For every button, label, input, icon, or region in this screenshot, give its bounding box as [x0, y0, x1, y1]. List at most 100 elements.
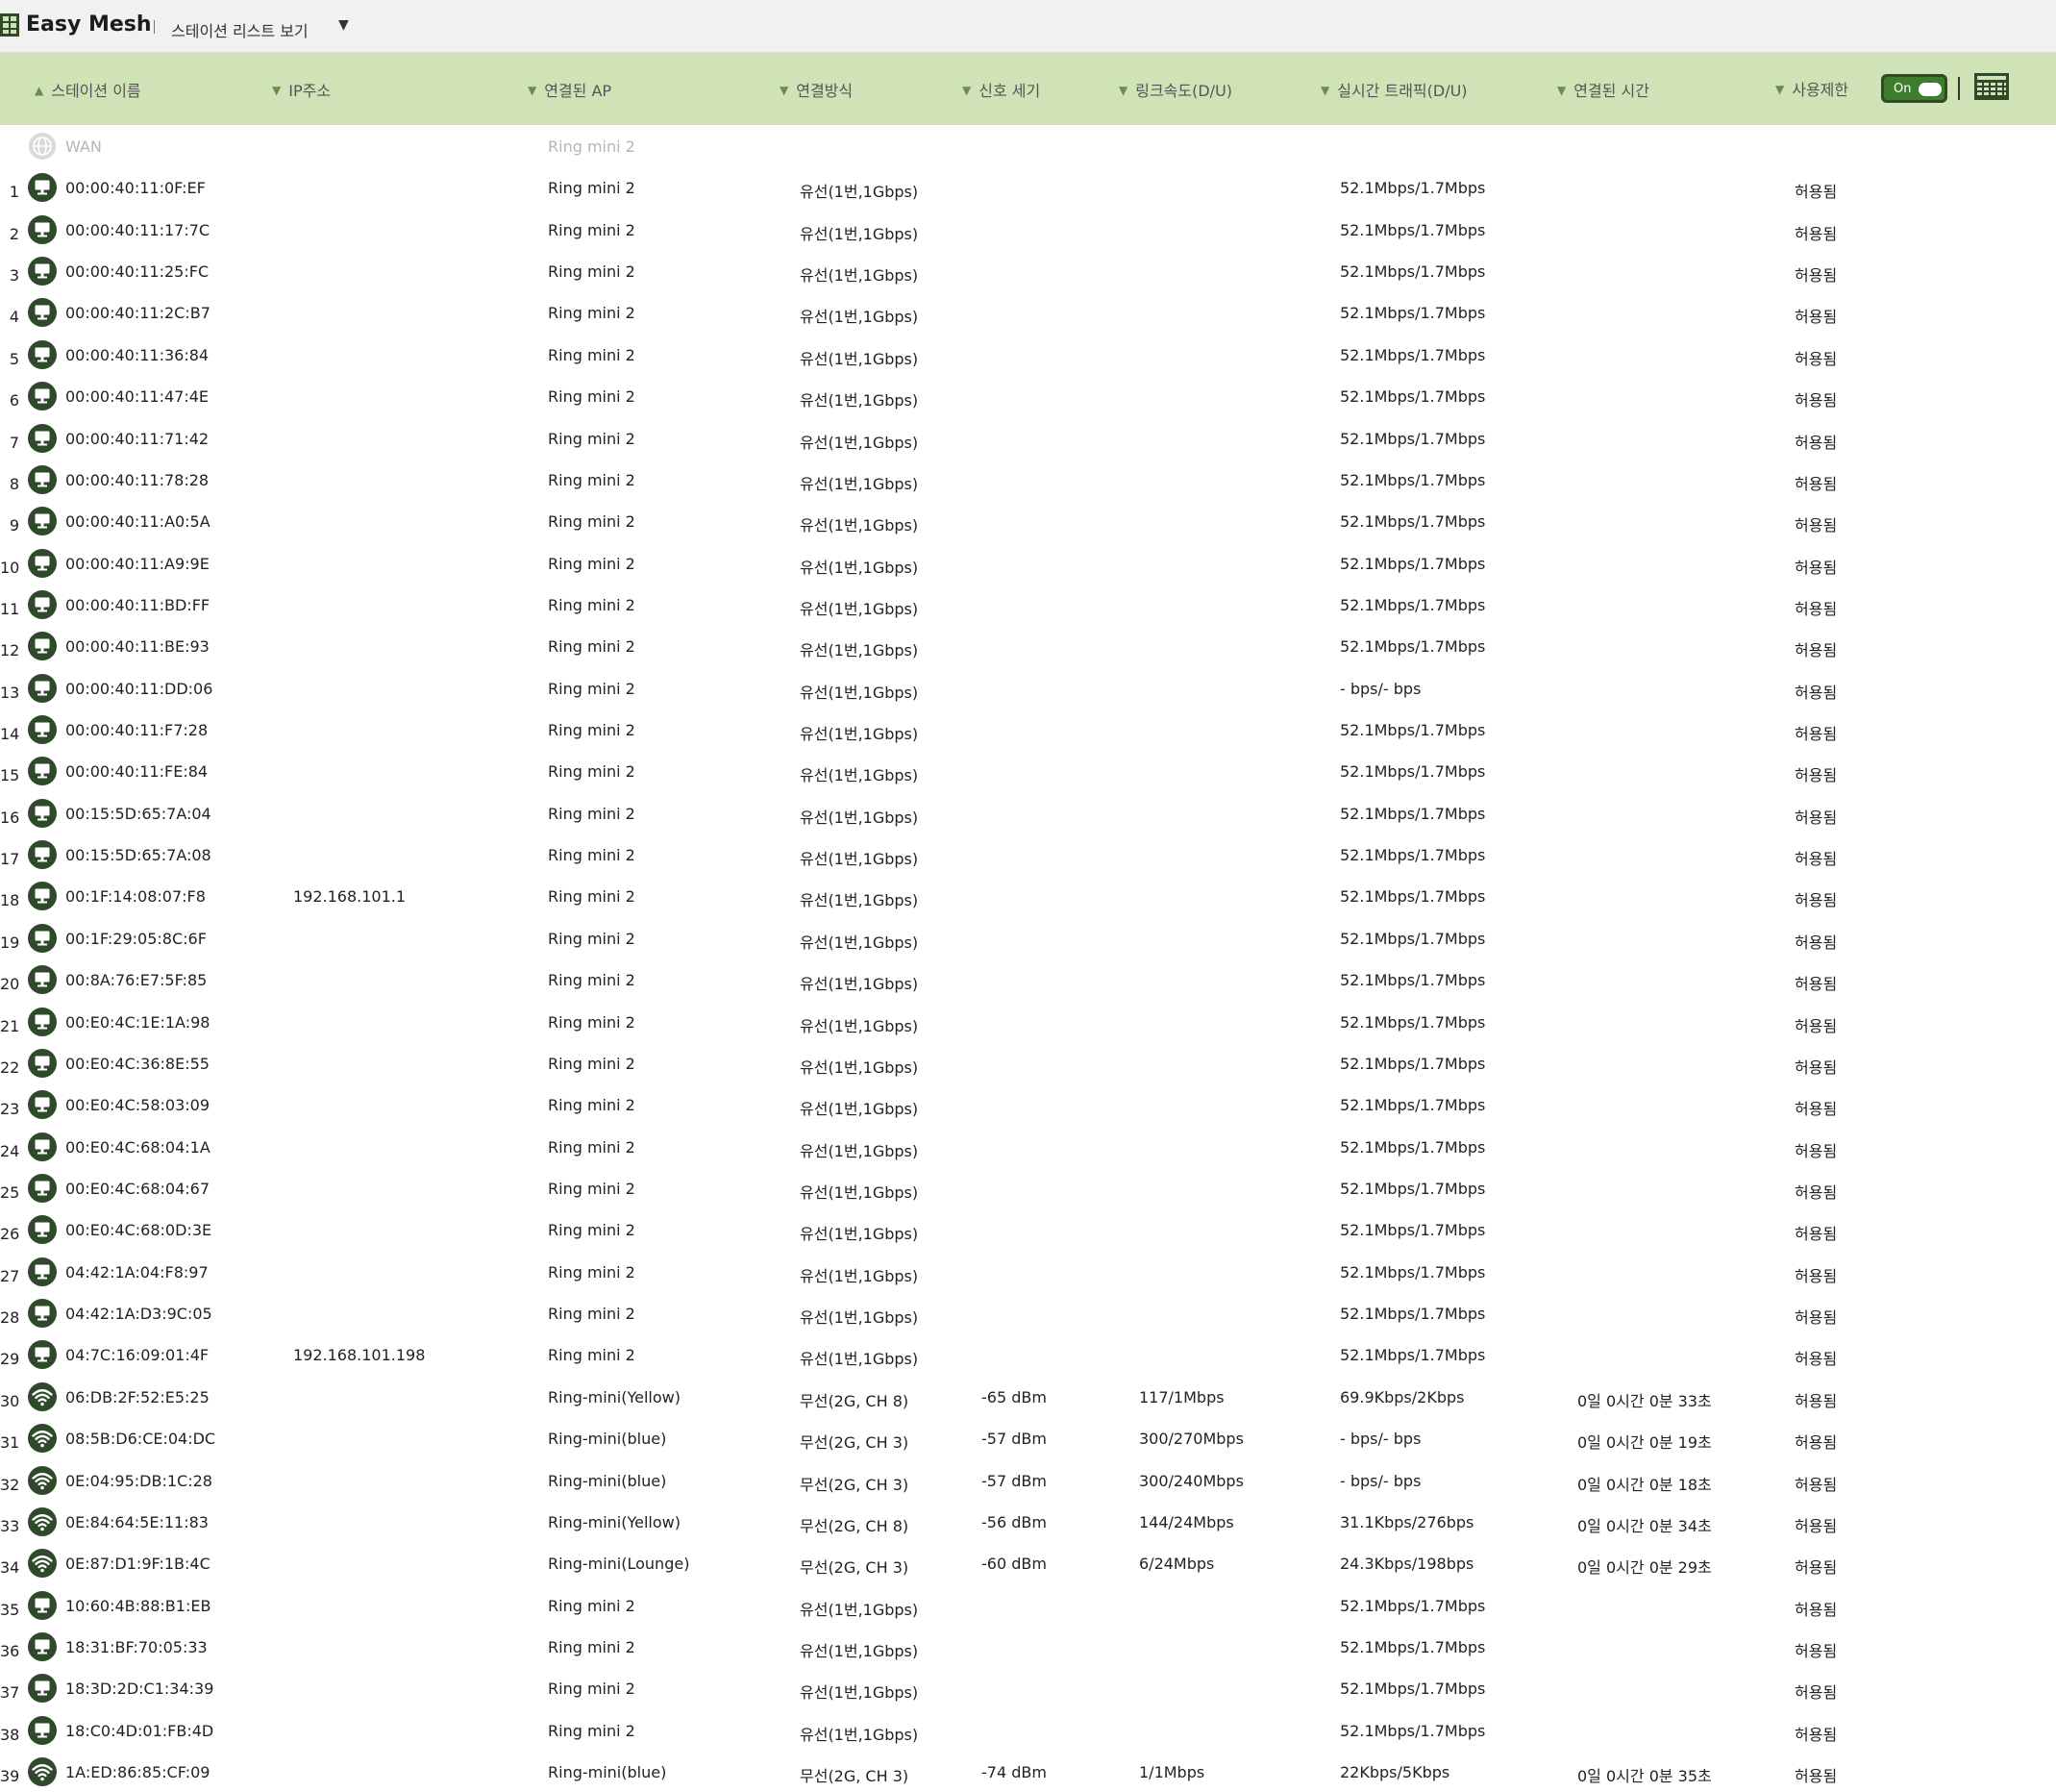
- row-number: 14: [0, 725, 20, 744]
- connection-type: 유선(1번,1Gbps): [800, 766, 919, 785]
- sort-desc-icon: ▼: [528, 84, 537, 97]
- table-row[interactable]: 24 00:E0:4C:68:04:1A Ring mini 2 유선(1번,1…: [0, 1126, 2056, 1167]
- table-row[interactable]: 19 00:1F:29:05:8C:6F Ring mini 2 유선(1번,1…: [0, 917, 2056, 958]
- column-header-signal[interactable]: ▼ 신호 세기: [962, 78, 1040, 101]
- table-row[interactable]: 9 00:00:40:11:A0:5A Ring mini 2 유선(1번,1G…: [0, 500, 2056, 541]
- table-row[interactable]: 12 00:00:40:11:BE:93 Ring mini 2 유선(1번,1…: [0, 625, 2056, 666]
- table-row[interactable]: 32 0E:04:95:DB:1C:28 Ring-mini(blue) 무선(…: [0, 1459, 2056, 1501]
- usage-limit: 허용됨: [1795, 1058, 1838, 1077]
- table-row[interactable]: 30 06:DB:2F:52:E5:25 Ring-mini(Yellow) 무…: [0, 1376, 2056, 1417]
- connected-ap: Ring mini 2: [548, 595, 635, 614]
- table-row[interactable]: 4 00:00:40:11:2C:B7 Ring mini 2 유선(1번,1G…: [0, 291, 2056, 333]
- table-row[interactable]: 28 04:42:1A:D3:9C:05 Ring mini 2 유선(1번,1…: [0, 1292, 2056, 1333]
- table-row[interactable]: 1 00:00:40:11:0F:EF Ring mini 2 유선(1번,1G…: [0, 166, 2056, 208]
- monitor-icon: [28, 632, 57, 661]
- view-selector-caret-icon[interactable]: ▼: [338, 17, 349, 33]
- row-number: 35: [0, 1600, 20, 1619]
- table-row[interactable]: 20 00:8A:76:E7:5F:85 Ring mini 2 유선(1번,1…: [0, 958, 2056, 1000]
- table-row[interactable]: 25 00:E0:4C:68:04:67 Ring mini 2 유선(1번,1…: [0, 1167, 2056, 1208]
- table-row[interactable]: 14 00:00:40:11:F7:28 Ring mini 2 유선(1번,1…: [0, 709, 2056, 750]
- connected-ap: Ring mini 2: [548, 679, 635, 698]
- monitor-icon: [28, 1340, 57, 1370]
- table-row[interactable]: 16 00:15:5D:65:7A:04 Ring mini 2 유선(1번,1…: [0, 792, 2056, 834]
- table-row[interactable]: 6 00:00:40:11:47:4E Ring mini 2 유선(1번,1G…: [0, 375, 2056, 416]
- table-row[interactable]: 39 1A:ED:86:85:CF:09 Ring-mini(blue) 무선(…: [0, 1751, 2056, 1792]
- column-header-link-speed[interactable]: ▼ 링크속도(D/U): [1119, 78, 1232, 101]
- station-name: 00:00:40:11:78:28: [65, 470, 210, 489]
- table-row[interactable]: 10 00:00:40:11:A9:9E Ring mini 2 유선(1번,1…: [0, 542, 2056, 584]
- table-row[interactable]: 5 00:00:40:11:36:84 Ring mini 2 유선(1번,1G…: [0, 334, 2056, 375]
- link-speed: 6/24Mbps: [1139, 1555, 1215, 1574]
- connected-time: 0일 0시간 0분 18초: [1577, 1475, 1712, 1494]
- app-title: Easy Mesh: [26, 12, 152, 37]
- monitor-icon: [28, 1257, 57, 1286]
- column-header-connected-time[interactable]: ▼ 연결된 시간: [1557, 78, 1649, 101]
- sort-desc-icon: ▼: [1557, 84, 1567, 97]
- row-number: 1: [9, 183, 19, 202]
- station-name: 00:00:40:11:25:FC: [65, 262, 210, 282]
- station-name: 06:DB:2F:52:E5:25: [65, 1387, 210, 1406]
- row-number: 30: [0, 1391, 20, 1410]
- table-row[interactable]: 35 10:60:4B:88:B1:EB Ring mini 2 유선(1번,1…: [0, 1584, 2056, 1626]
- station-name: 00:00:40:11:47:4E: [65, 387, 210, 407]
- connection-type: 유선(1번,1Gbps): [800, 516, 919, 535]
- monitor-icon: [28, 1173, 57, 1203]
- column-header-realtime-traffic[interactable]: ▼ 실시간 트래픽(D/U): [1321, 78, 1468, 101]
- wifi-icon: [28, 1757, 57, 1787]
- column-header-usage-limit[interactable]: ▼ 사용제한: [1775, 77, 1848, 100]
- table-row[interactable]: 11 00:00:40:11:BD:FF Ring mini 2 유선(1번,1…: [0, 584, 2056, 625]
- table-row[interactable]: 37 18:3D:2D:C1:34:39 Ring mini 2 유선(1번,1…: [0, 1667, 2056, 1708]
- station-name: 08:5B:D6:CE:04:DC: [65, 1430, 216, 1449]
- connected-ap: Ring mini 2: [548, 929, 635, 948]
- table-row[interactable]: 13 00:00:40:11:DD:06 Ring mini 2 유선(1번,1…: [0, 667, 2056, 709]
- usage-limit: 허용됨: [1795, 224, 1838, 243]
- table-row[interactable]: 38 18:C0:4D:01:FB:4D Ring mini 2 유선(1번,1…: [0, 1709, 2056, 1751]
- monitor-icon: [28, 1715, 57, 1745]
- table-row[interactable]: 7 00:00:40:11:71:42 Ring mini 2 유선(1번,1G…: [0, 417, 2056, 459]
- table-row[interactable]: 27 04:42:1A:04:F8:97 Ring mini 2 유선(1번,1…: [0, 1251, 2056, 1292]
- connected-ap: Ring mini 2: [548, 262, 635, 282]
- table-row[interactable]: 31 08:5B:D6:CE:04:DC Ring-mini(blue) 무선(…: [0, 1417, 2056, 1458]
- table-row[interactable]: 33 0E:84:64:5E:11:83 Ring-mini(Yellow) 무…: [0, 1501, 2056, 1542]
- station-name: WAN: [65, 137, 102, 156]
- connected-time: 0일 0시간 0분 29초: [1577, 1558, 1712, 1578]
- ip-address: 192.168.101.1: [293, 887, 407, 907]
- usage-limit: 허용됨: [1795, 850, 1838, 869]
- column-header-ip[interactable]: ▼ IP주소: [272, 78, 331, 101]
- realtime-traffic: 52.1Mbps/1.7Mbps: [1340, 887, 1486, 907]
- table-row[interactable]: 2 00:00:40:11:17:7C Ring mini 2 유선(1번,1G…: [0, 209, 2056, 250]
- row-number: 38: [0, 1725, 20, 1744]
- connected-ap: Ring mini 2: [548, 554, 635, 573]
- table-row[interactable]: 18 00:1F:14:08:07:F8 192.168.101.1 Ring …: [0, 875, 2056, 916]
- table-view-icon[interactable]: [1973, 72, 2010, 101]
- table-row-wan[interactable]: WAN Ring mini 2: [0, 125, 2056, 166]
- column-header-connection-type[interactable]: ▼ 연결방식: [780, 78, 853, 101]
- usage-limit: 허용됨: [1795, 1391, 1838, 1410]
- connected-ap: Ring mini 2: [548, 1054, 635, 1073]
- table-row[interactable]: 17 00:15:5D:65:7A:08 Ring mini 2 유선(1번,1…: [0, 834, 2056, 875]
- usage-limit: 허용됨: [1795, 808, 1838, 827]
- table-row[interactable]: 23 00:E0:4C:58:03:09 Ring mini 2 유선(1번,1…: [0, 1083, 2056, 1125]
- usage-limit: 허용됨: [1795, 308, 1838, 327]
- column-header-connected-ap[interactable]: ▼ 연결된 AP: [528, 78, 611, 101]
- column-header-station-name[interactable]: ▲ 스테이션 이름: [35, 78, 141, 101]
- table-row[interactable]: 15 00:00:40:11:FE:84 Ring mini 2 유선(1번,1…: [0, 750, 2056, 791]
- realtime-traffic: 52.1Mbps/1.7Mbps: [1340, 637, 1486, 657]
- table-row[interactable]: 29 04:7C:16:09:01:4F 192.168.101.198 Rin…: [0, 1333, 2056, 1375]
- table-row[interactable]: 3 00:00:40:11:25:FC Ring mini 2 유선(1번,1G…: [0, 250, 2056, 291]
- app-logo-icon: [0, 13, 19, 37]
- table-row[interactable]: 34 0E:87:D1:9F:1B:4C Ring-mini(Lounge) 무…: [0, 1542, 2056, 1583]
- table-row[interactable]: 22 00:E0:4C:36:8E:55 Ring mini 2 유선(1번,1…: [0, 1042, 2056, 1083]
- on-off-toggle[interactable]: On: [1881, 74, 1947, 103]
- table-row[interactable]: 8 00:00:40:11:78:28 Ring mini 2 유선(1번,1G…: [0, 459, 2056, 500]
- table-row[interactable]: 26 00:E0:4C:68:0D:3E Ring mini 2 유선(1번,1…: [0, 1208, 2056, 1250]
- table-row[interactable]: 36 18:31:BF:70:05:33 Ring mini 2 유선(1번,1…: [0, 1626, 2056, 1667]
- realtime-traffic: 52.1Mbps/1.7Mbps: [1340, 304, 1486, 323]
- realtime-traffic: 31.1Kbps/276bps: [1340, 1512, 1474, 1531]
- station-name: 00:00:40:11:FE:84: [65, 762, 209, 782]
- view-selector-label[interactable]: 스테이션 리스트 보기: [171, 18, 309, 41]
- connected-ap: Ring mini 2: [548, 470, 635, 489]
- table-row[interactable]: 21 00:E0:4C:1E:1A:98 Ring mini 2 유선(1번,1…: [0, 1001, 2056, 1042]
- monitor-icon: [28, 1215, 57, 1245]
- realtime-traffic: 52.1Mbps/1.7Mbps: [1340, 179, 1486, 198]
